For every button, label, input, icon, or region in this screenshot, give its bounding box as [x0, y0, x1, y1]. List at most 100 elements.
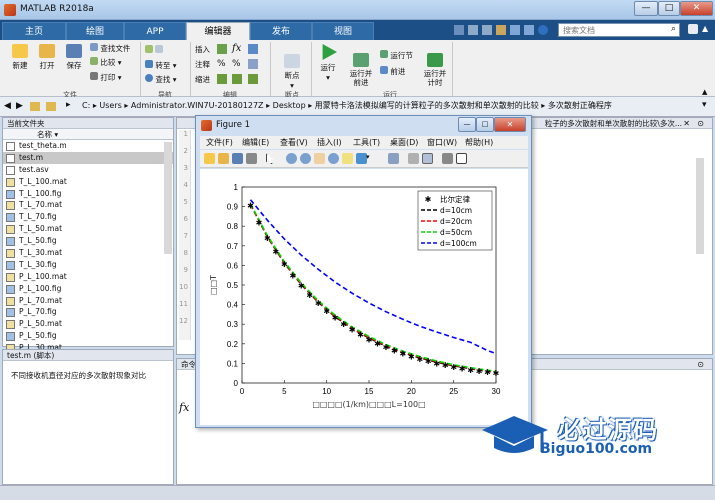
browse-folder-icon[interactable] [46, 102, 56, 111]
advance-button[interactable]: 前进 [380, 66, 420, 77]
data-cursor-icon[interactable] [342, 153, 353, 164]
file-item[interactable]: P_L_100.mat [3, 271, 173, 283]
maximize-button[interactable]: □ [658, 1, 680, 16]
name-column-header[interactable]: 名称 ▾ [3, 129, 173, 140]
insert-menu-icon[interactable] [248, 44, 258, 54]
figure-maximize-button[interactable]: □ [476, 117, 494, 132]
editor-scrollbar[interactable] [696, 158, 704, 254]
file-item[interactable]: P_L_50.fig [3, 330, 173, 342]
command-prompt[interactable]: fx [179, 401, 189, 414]
tab-plots[interactable]: 绘图 [66, 22, 124, 40]
file-item[interactable]: T_L_70.fig [3, 211, 173, 223]
menu-view[interactable]: 查看(V) [280, 137, 308, 148]
colorbar-icon[interactable] [408, 153, 419, 164]
tab-editor[interactable]: 编辑器 [186, 22, 250, 40]
up-folder-icon[interactable] [30, 102, 40, 111]
file-item[interactable]: P_L_50.mat [3, 318, 173, 330]
menu-desktop[interactable]: 桌面(D) [390, 137, 418, 148]
open-button[interactable]: 打开 [35, 44, 59, 71]
tab-home[interactable]: 主页 [2, 22, 66, 40]
insert-section-icon[interactable] [217, 44, 227, 54]
run-time-button[interactable]: 运行并 计时 [420, 44, 450, 87]
pan-hand-icon[interactable] [314, 153, 325, 164]
forward-icon[interactable]: ▶ [16, 101, 23, 111]
undo-icon[interactable] [510, 25, 520, 35]
panel-menu-icon[interactable]: ⊙ [697, 119, 704, 128]
file-item[interactable]: test_theta.m [3, 140, 173, 152]
brush-dropdown-icon[interactable]: ▾ [366, 153, 377, 164]
breadcrumb-current[interactable]: 多次散射正确程序 [548, 101, 612, 110]
menu-tools[interactable]: 工具(T) [353, 137, 380, 148]
file-item[interactable]: T_L_100.mat [3, 176, 173, 188]
scrollbar[interactable] [164, 142, 172, 254]
increase-indent-icon[interactable] [232, 74, 242, 84]
menu-window[interactable]: 窗口(W) [427, 137, 457, 148]
back-forward-buttons[interactable] [145, 45, 185, 55]
save-figure-icon[interactable] [232, 153, 243, 164]
figure-minimize-button[interactable]: — [458, 117, 476, 132]
compare-button[interactable]: 比较 ▾ [90, 57, 138, 68]
new-figure-icon[interactable] [204, 153, 215, 164]
link-plot-icon[interactable] [388, 153, 399, 164]
panel-menu-icon[interactable]: ⊙ [697, 360, 704, 369]
breadcrumb-drive[interactable]: C: [82, 101, 90, 110]
search-icon[interactable]: ⌕ [671, 24, 676, 34]
print-figure-icon[interactable] [246, 153, 257, 164]
collapse-icon[interactable]: ▲ [702, 88, 707, 96]
close-button[interactable]: ✕ [680, 1, 713, 16]
rotate-3d-icon[interactable] [328, 153, 339, 164]
help-icon[interactable] [538, 25, 548, 35]
figure-close-button[interactable]: ✕ [494, 117, 526, 132]
tab-apps[interactable]: APP [124, 22, 186, 40]
menu-edit[interactable]: 编辑(E) [242, 137, 269, 148]
search-input[interactable]: 搜索文档 ⌕ [558, 23, 680, 37]
save-button[interactable]: 保存 [62, 44, 86, 71]
run-section-button[interactable]: 运行节 [380, 50, 420, 61]
minimize-button[interactable]: — [634, 1, 658, 16]
paste-icon[interactable] [496, 25, 506, 35]
insert-label[interactable]: 插入 [195, 44, 215, 55]
show-plot-tools-icon[interactable] [456, 153, 467, 164]
comment-icon[interactable]: % [217, 59, 226, 69]
legend-icon[interactable] [422, 153, 433, 164]
find-files-button[interactable]: 查找文件 [90, 43, 138, 54]
file-item[interactable]: T_L_30.mat [3, 247, 173, 259]
file-item[interactable]: P_L_70.mat [3, 295, 173, 307]
path-chevron-icon[interactable]: ▸ [66, 100, 71, 110]
file-item[interactable]: test.m [3, 151, 173, 164]
run-advance-button[interactable]: 运行并 前进 [344, 44, 378, 87]
copy-icon[interactable] [482, 25, 492, 35]
breadcrumb[interactable]: C: ▸ Users ▸ Administrator.WIN7U-2018012… [82, 100, 612, 111]
path-dropdown-icon[interactable]: ▾ [702, 100, 707, 110]
select-pointer-icon[interactable] [266, 153, 274, 164]
cut-icon[interactable] [468, 25, 478, 35]
comment-label[interactable]: 注释 [195, 59, 215, 70]
notification-icon[interactable] [688, 24, 698, 34]
breakpoints-button[interactable]: 断点 ▾ [276, 54, 308, 90]
run-button[interactable]: 运行 ▾ [316, 44, 340, 82]
file-item[interactable]: test.asv [3, 164, 173, 176]
indent-label[interactable]: 缩进 [195, 74, 215, 85]
menu-file[interactable]: 文件(F) [206, 137, 233, 148]
menu-insert[interactable]: 插入(I) [317, 137, 342, 148]
open-file-icon[interactable] [218, 153, 229, 164]
tab-view[interactable]: 视图 [312, 22, 374, 40]
redo-icon[interactable] [524, 25, 534, 35]
back-icon[interactable]: ◀ [4, 101, 11, 111]
file-item[interactable]: P_L_70.fig [3, 306, 173, 318]
file-item[interactable]: T_L_50.fig [3, 235, 173, 247]
uncomment-icon[interactable]: % [232, 59, 241, 69]
breadcrumb-desktop[interactable]: Desktop [273, 101, 306, 110]
file-item[interactable]: P_L_100.fig [3, 283, 173, 295]
breadcrumb-project[interactable]: 用蒙特卡洛法模拟编写的计算粒子的多次散射和单次散射的比较 [315, 101, 539, 110]
file-item[interactable]: T_L_100.fig [3, 188, 173, 200]
goto-button[interactable]: 转至 ▾ [145, 60, 185, 71]
hide-plot-tools-icon[interactable] [442, 153, 453, 164]
zoom-out-icon[interactable] [300, 153, 311, 164]
breadcrumb-admin[interactable]: Administrator.WIN7U-20180127Z [131, 101, 264, 110]
figure-window[interactable]: Figure 1 — □ ✕ 文件(F) 编辑(E) 查看(V) 插入(I) 工… [195, 115, 532, 428]
file-item[interactable]: T_L_50.mat [3, 223, 173, 235]
decrease-indent-icon[interactable] [248, 74, 258, 84]
breadcrumb-users[interactable]: Users [99, 101, 121, 110]
print-button[interactable]: 打印 ▾ [90, 72, 138, 83]
